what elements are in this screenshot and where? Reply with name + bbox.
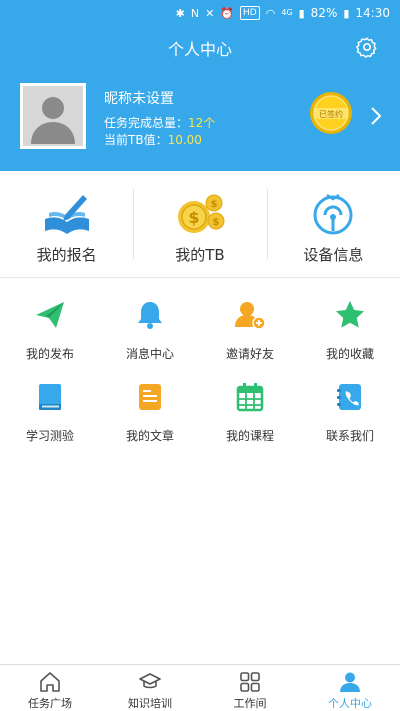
battery-percent: 82% — [310, 6, 338, 20]
study-quiz-button[interactable]: 学习测验 — [0, 375, 100, 457]
svg-text:$: $ — [213, 217, 220, 228]
bluetooth-icon: ✱ — [175, 6, 185, 20]
nfc-icon: N — [190, 6, 200, 20]
my-courses-label: 我的课程 — [225, 429, 274, 443]
add-user-icon — [235, 302, 266, 330]
graduation-cap-icon — [139, 673, 161, 689]
primary-actions: 我的报名 $ $ $ 我的TB 设备信息 — [0, 171, 400, 278]
page-title: 个人中心 — [167, 40, 232, 59]
settings-gear-icon[interactable] — [356, 36, 378, 58]
grid-icon — [240, 672, 260, 692]
study-quiz-label: 学习测验 — [25, 429, 74, 443]
avatar[interactable] — [20, 83, 86, 149]
status-bar: ✱ N ✕ ⏰ HD ◠ 4G ▮ 82% ▮ 14:30 — [0, 0, 400, 26]
device-signal-icon — [313, 193, 353, 235]
bell-icon — [138, 302, 162, 329]
tab-task-square-label: 任务广场 — [28, 697, 72, 710]
chevron-right-icon[interactable] — [370, 106, 382, 126]
tab-knowledge-training-label: 知识培训 — [128, 697, 172, 710]
tab-knowledge-training[interactable]: 知识培训 — [100, 665, 200, 711]
message-center-button[interactable]: 消息中心 — [100, 293, 200, 375]
nickname: 昵称未设置 — [104, 91, 174, 107]
tb-value: 10.00 — [167, 133, 202, 147]
network-type: 4G — [281, 8, 293, 17]
tb-balance: 当前TB值：10.00 — [104, 131, 202, 148]
device-info-button[interactable]: 设备信息 — [266, 171, 400, 277]
my-tb-label: 我的TB — [175, 246, 225, 264]
tasks-label: 任务完成总量： — [104, 116, 189, 130]
tb-label: 当前TB值： — [104, 133, 168, 147]
tasks-completed: 任务完成总量：12个 — [104, 114, 215, 131]
battery-icon: ▮ — [343, 6, 350, 20]
document-icon — [139, 384, 161, 410]
bottom-nav: 任务广场 知识培训 工作间 个人中心 — [0, 664, 400, 711]
my-posts-label: 我的发布 — [25, 347, 74, 361]
my-articles-label: 我的文章 — [125, 429, 174, 443]
my-registrations-button[interactable]: 我的报名 — [0, 171, 133, 277]
invite-friends-label: 邀请好友 — [225, 347, 274, 361]
clock: 14:30 — [355, 6, 390, 20]
my-articles-button[interactable]: 我的文章 — [100, 375, 200, 457]
badge-text: 已签约 — [319, 109, 343, 119]
contact-us-label: 联系我们 — [325, 429, 374, 443]
feature-grid: 我的发布 消息中心 邀请好友 我的收藏 学习测验 我的文章 我的课程 联系我们 — [0, 293, 400, 457]
signal-icon: ▮ — [298, 6, 305, 20]
grid-row: 学习测验 我的文章 我的课程 联系我们 — [0, 375, 400, 457]
grid-row: 我的发布 消息中心 邀请好友 我的收藏 — [0, 293, 400, 375]
tasks-value: 12个 — [188, 116, 216, 130]
profile-header: 个人中心 昵称未设置 任务完成总量：12个 当前TB值：10.00 已签约 — [0, 26, 400, 171]
coins-icon: $ $ $ — [177, 194, 225, 233]
device-info-label: 设备信息 — [303, 246, 364, 264]
tab-personal-center[interactable]: 个人中心 — [300, 665, 400, 711]
tab-workshop[interactable]: 工作间 — [200, 665, 300, 711]
invite-friends-button[interactable]: 邀请好友 — [200, 293, 300, 375]
phone-book-icon — [337, 384, 361, 410]
mute-icon: ✕ — [205, 6, 215, 20]
wifi-icon: ◠ — [265, 6, 276, 20]
my-tb-button[interactable]: $ $ $ 我的TB — [133, 171, 266, 277]
tab-personal-center-label: 个人中心 — [328, 697, 372, 710]
tab-workshop-label: 工作间 — [233, 697, 267, 710]
message-center-label: 消息中心 — [125, 347, 174, 361]
home-icon — [40, 672, 60, 692]
default-user-icon — [31, 97, 75, 144]
alarm-icon: ⏰ — [220, 6, 234, 20]
book-pen-icon — [44, 195, 89, 234]
star-icon — [336, 301, 364, 328]
calendar-icon — [236, 383, 264, 412]
tab-task-square[interactable]: 任务广场 — [0, 665, 100, 711]
book-icon — [39, 384, 61, 410]
hd-indicator: HD — [240, 6, 260, 20]
my-courses-button[interactable]: 我的课程 — [200, 375, 300, 457]
my-registrations-label: 我的报名 — [36, 246, 97, 264]
contact-us-button[interactable]: 联系我们 — [300, 375, 400, 457]
user-icon — [340, 672, 360, 692]
paper-plane-icon — [36, 302, 64, 328]
svg-text:$: $ — [211, 199, 218, 210]
my-posts-button[interactable]: 我的发布 — [0, 293, 100, 375]
signed-badge-icon: 已签约 — [310, 92, 352, 134]
my-favorites-label: 我的收藏 — [325, 347, 374, 361]
svg-text:$: $ — [188, 208, 199, 227]
my-favorites-button[interactable]: 我的收藏 — [300, 293, 400, 375]
